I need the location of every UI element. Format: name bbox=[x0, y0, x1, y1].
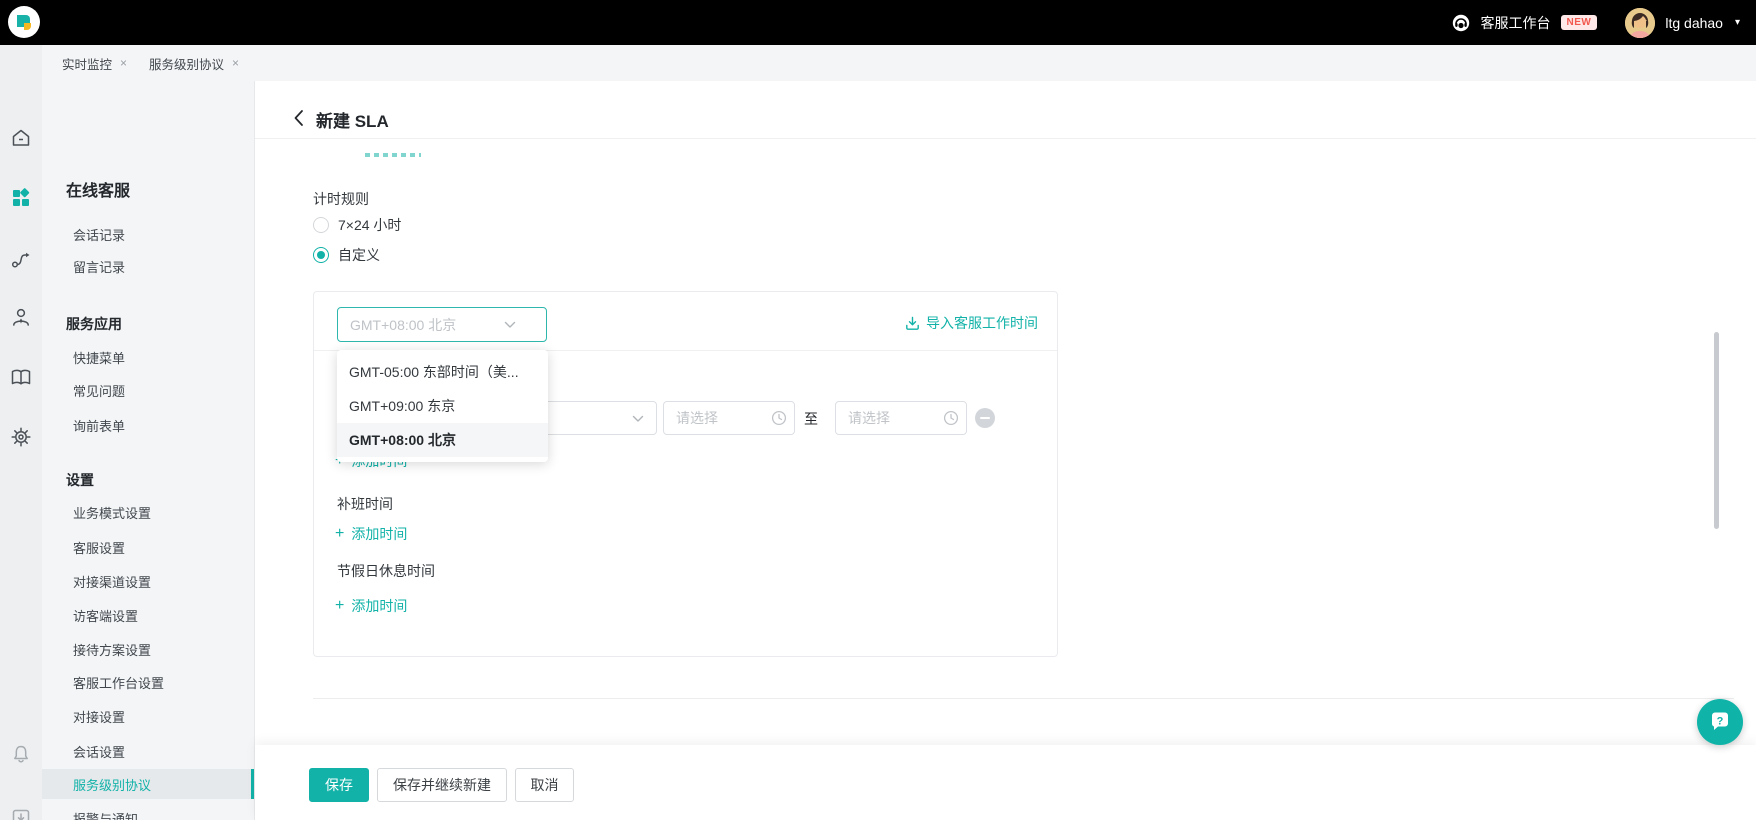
back-button[interactable] bbox=[290, 107, 310, 129]
timing-rule-label: 计时规则 bbox=[313, 189, 369, 209]
sidebar-item-quick-menu[interactable]: 快捷菜单 bbox=[73, 348, 125, 367]
sidebar-item-faq[interactable]: 常见问题 bbox=[73, 381, 125, 400]
radio-circle-selected-icon[interactable] bbox=[313, 247, 329, 263]
icon-rail bbox=[0, 45, 42, 820]
home-icon[interactable] bbox=[10, 127, 32, 149]
sidebar-item-alerts[interactable]: 报警与通知 bbox=[73, 809, 138, 820]
page-title: 新建 SLA bbox=[316, 107, 389, 132]
username[interactable]: ltg dahao bbox=[1665, 15, 1723, 31]
agent-icon[interactable] bbox=[10, 306, 32, 328]
timezone-select[interactable]: GMT+08:00 北京 bbox=[337, 307, 547, 342]
sidebar-title: 在线客服 bbox=[66, 177, 130, 201]
sidebar-item-business-mode[interactable]: 业务模式设置 bbox=[73, 503, 151, 522]
modules-grid-icon[interactable] bbox=[10, 187, 32, 209]
tab-label: 实时监控 bbox=[62, 54, 112, 73]
save-and-new-button[interactable]: 保存并继续新建 bbox=[377, 768, 507, 802]
add-time-label: 添加时间 bbox=[351, 596, 407, 616]
tab-label: 服务级别协议 bbox=[149, 54, 224, 73]
active-item-indicator bbox=[251, 769, 254, 799]
import-work-time-link[interactable]: 导入客服工作时间 bbox=[905, 313, 1038, 333]
sidebar-section-service-apps: 服务应用 bbox=[66, 314, 122, 334]
radio-label: 7×24 小时 bbox=[338, 215, 401, 235]
bell-icon[interactable] bbox=[10, 743, 32, 765]
sidebar-item-channel-settings[interactable]: 对接渠道设置 bbox=[73, 572, 151, 591]
app-window: 客服工作台 NEW ltg dahao ▾ 实时监控 × 服务级别协议 × bbox=[0, 0, 1756, 820]
add-time-link-makeup[interactable]: + 添加时间 bbox=[335, 524, 407, 544]
add-time-link-holiday[interactable]: + 添加时间 bbox=[335, 596, 407, 616]
download-folder-icon[interactable] bbox=[10, 806, 32, 820]
radio-label: 自定义 bbox=[338, 245, 380, 265]
help-button[interactable]: ? bbox=[1697, 699, 1743, 745]
import-icon bbox=[905, 316, 920, 331]
chevron-down-icon bbox=[504, 321, 516, 329]
logo-icon bbox=[8, 6, 40, 38]
user-menu-caret-icon[interactable]: ▾ bbox=[1735, 17, 1740, 28]
save-button[interactable]: 保存 bbox=[309, 768, 369, 802]
sidebar-section-settings: 设置 bbox=[66, 470, 94, 490]
dropdown-option-beijing[interactable]: GMT+08:00 北京 bbox=[337, 423, 548, 457]
headset-icon bbox=[1451, 13, 1471, 33]
svg-text:?: ? bbox=[1717, 716, 1724, 728]
workbench-link[interactable]: 客服工作台 bbox=[1481, 13, 1551, 33]
sidebar-item-integration-settings[interactable]: 对接设置 bbox=[73, 707, 125, 726]
timezone-dropdown: GMT-05:00 东部时间（美... GMT+09:00 东京 GMT+08:… bbox=[337, 350, 548, 462]
radio-option-724[interactable]: 7×24 小时 bbox=[313, 217, 401, 233]
radio-option-custom[interactable]: 自定义 bbox=[313, 247, 380, 263]
clipped-scrolled-content bbox=[365, 153, 421, 157]
radio-circle-icon[interactable] bbox=[313, 217, 329, 233]
sidebar-item-message-records[interactable]: 留言记录 bbox=[73, 257, 125, 276]
sidebar-item-session-records[interactable]: 会话记录 bbox=[73, 225, 125, 244]
chevron-down-icon bbox=[632, 415, 644, 423]
to-label: 至 bbox=[804, 409, 818, 429]
sidebar-item-preform[interactable]: 询前表单 bbox=[73, 416, 125, 435]
plus-icon: + bbox=[335, 527, 344, 541]
plus-icon: + bbox=[335, 599, 344, 613]
sidebar-item-session-settings[interactable]: 会话设置 bbox=[73, 742, 125, 761]
help-question-icon: ? bbox=[1708, 710, 1732, 734]
tab-close-icon[interactable]: × bbox=[120, 56, 127, 70]
book-icon[interactable] bbox=[10, 366, 32, 388]
cancel-button[interactable]: 取消 bbox=[515, 768, 574, 802]
clock-icon bbox=[943, 410, 959, 426]
tab-strip: 实时监控 × 服务级别协议 × bbox=[42, 45, 1756, 81]
sidebar-item-agent-settings[interactable]: 客服设置 bbox=[73, 538, 125, 557]
custom-schedule-card bbox=[313, 291, 1058, 657]
sidebar-item-visitor-settings[interactable]: 访客端设置 bbox=[73, 606, 138, 625]
tab-realtime-monitor[interactable]: 实时监控 × bbox=[62, 45, 127, 81]
dropdown-option-eastern[interactable]: GMT-05:00 东部时间（美... bbox=[337, 355, 548, 389]
header-divider bbox=[255, 138, 1756, 139]
sidebar-item-sla[interactable]: 服务级别协议 bbox=[73, 775, 151, 794]
dropdown-option-tokyo[interactable]: GMT+09:00 东京 bbox=[337, 389, 548, 423]
add-time-label: 添加时间 bbox=[351, 524, 407, 544]
clock-icon bbox=[771, 410, 787, 426]
import-link-label: 导入客服工作时间 bbox=[926, 313, 1038, 333]
route-icon[interactable] bbox=[10, 248, 32, 270]
makeup-time-label: 补班时间 bbox=[337, 494, 393, 514]
sidebar: 在线客服 会话记录 留言记录 服务应用 快捷菜单 常见问题 询前表单 设置 业务… bbox=[42, 81, 255, 820]
remove-row-button[interactable] bbox=[975, 408, 995, 428]
new-badge: NEW bbox=[1561, 15, 1598, 30]
brand-logo bbox=[8, 6, 40, 38]
sidebar-item-workbench-settings[interactable]: 客服工作台设置 bbox=[73, 673, 164, 692]
holiday-rest-label: 节假日休息时间 bbox=[337, 561, 435, 581]
tab-close-icon[interactable]: × bbox=[232, 56, 239, 70]
tab-sla[interactable]: 服务级别协议 × bbox=[149, 45, 239, 81]
scrollbar-thumb[interactable] bbox=[1714, 332, 1719, 529]
timezone-select-value: GMT+08:00 北京 bbox=[350, 315, 456, 335]
top-bar: 客服工作台 NEW ltg dahao ▾ bbox=[0, 0, 1756, 45]
gear-icon[interactable] bbox=[10, 426, 32, 448]
sidebar-item-reception-plan[interactable]: 接待方案设置 bbox=[73, 640, 151, 659]
avatar[interactable] bbox=[1625, 8, 1655, 38]
content-bottom-divider bbox=[313, 698, 1734, 699]
